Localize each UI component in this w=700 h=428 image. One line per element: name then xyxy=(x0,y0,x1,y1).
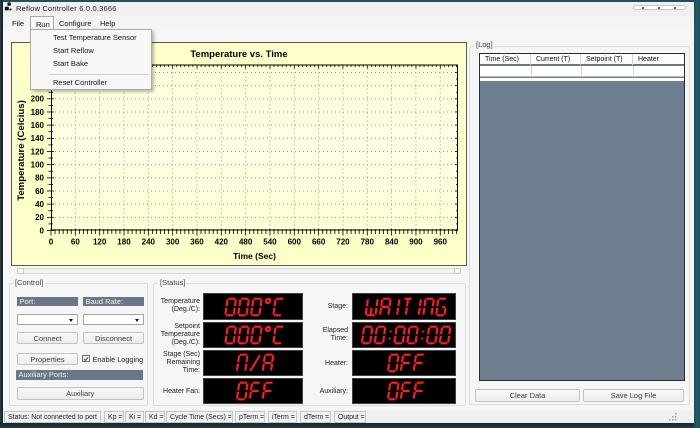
svg-text:80: 80 xyxy=(35,173,44,182)
svg-text:Temperature (Celcius): Temperature (Celcius) xyxy=(16,100,27,201)
svg-text:240: 240 xyxy=(142,237,156,246)
svg-text:120: 120 xyxy=(93,237,107,246)
svg-text:360: 360 xyxy=(190,237,204,246)
svg-text:660: 660 xyxy=(312,237,326,246)
svg-text:480: 480 xyxy=(239,237,253,246)
svg-text:Temperature vs. Time: Temperature vs. Time xyxy=(190,49,287,60)
svg-text:900: 900 xyxy=(409,237,423,246)
svg-text:300: 300 xyxy=(166,237,180,246)
svg-text:0: 0 xyxy=(40,226,45,235)
svg-text:720: 720 xyxy=(336,237,350,246)
svg-text:180: 180 xyxy=(117,237,131,246)
svg-text:960: 960 xyxy=(434,237,448,246)
svg-text:60: 60 xyxy=(35,186,44,195)
svg-text:420: 420 xyxy=(215,237,229,246)
svg-text:200: 200 xyxy=(31,94,45,103)
svg-text:0: 0 xyxy=(49,237,54,246)
svg-text:60: 60 xyxy=(71,237,80,246)
svg-text:180: 180 xyxy=(31,107,45,116)
svg-text:120: 120 xyxy=(31,147,45,156)
svg-text:840: 840 xyxy=(385,237,399,246)
svg-text:140: 140 xyxy=(31,134,45,143)
svg-text:100: 100 xyxy=(31,160,45,169)
svg-text:160: 160 xyxy=(31,120,45,129)
svg-text:600: 600 xyxy=(288,237,302,246)
svg-text:40: 40 xyxy=(35,199,44,208)
svg-text:780: 780 xyxy=(361,237,375,246)
svg-text:Time (Sec): Time (Sec) xyxy=(233,251,276,261)
svg-text:20: 20 xyxy=(35,213,44,222)
svg-text:540: 540 xyxy=(263,237,277,246)
